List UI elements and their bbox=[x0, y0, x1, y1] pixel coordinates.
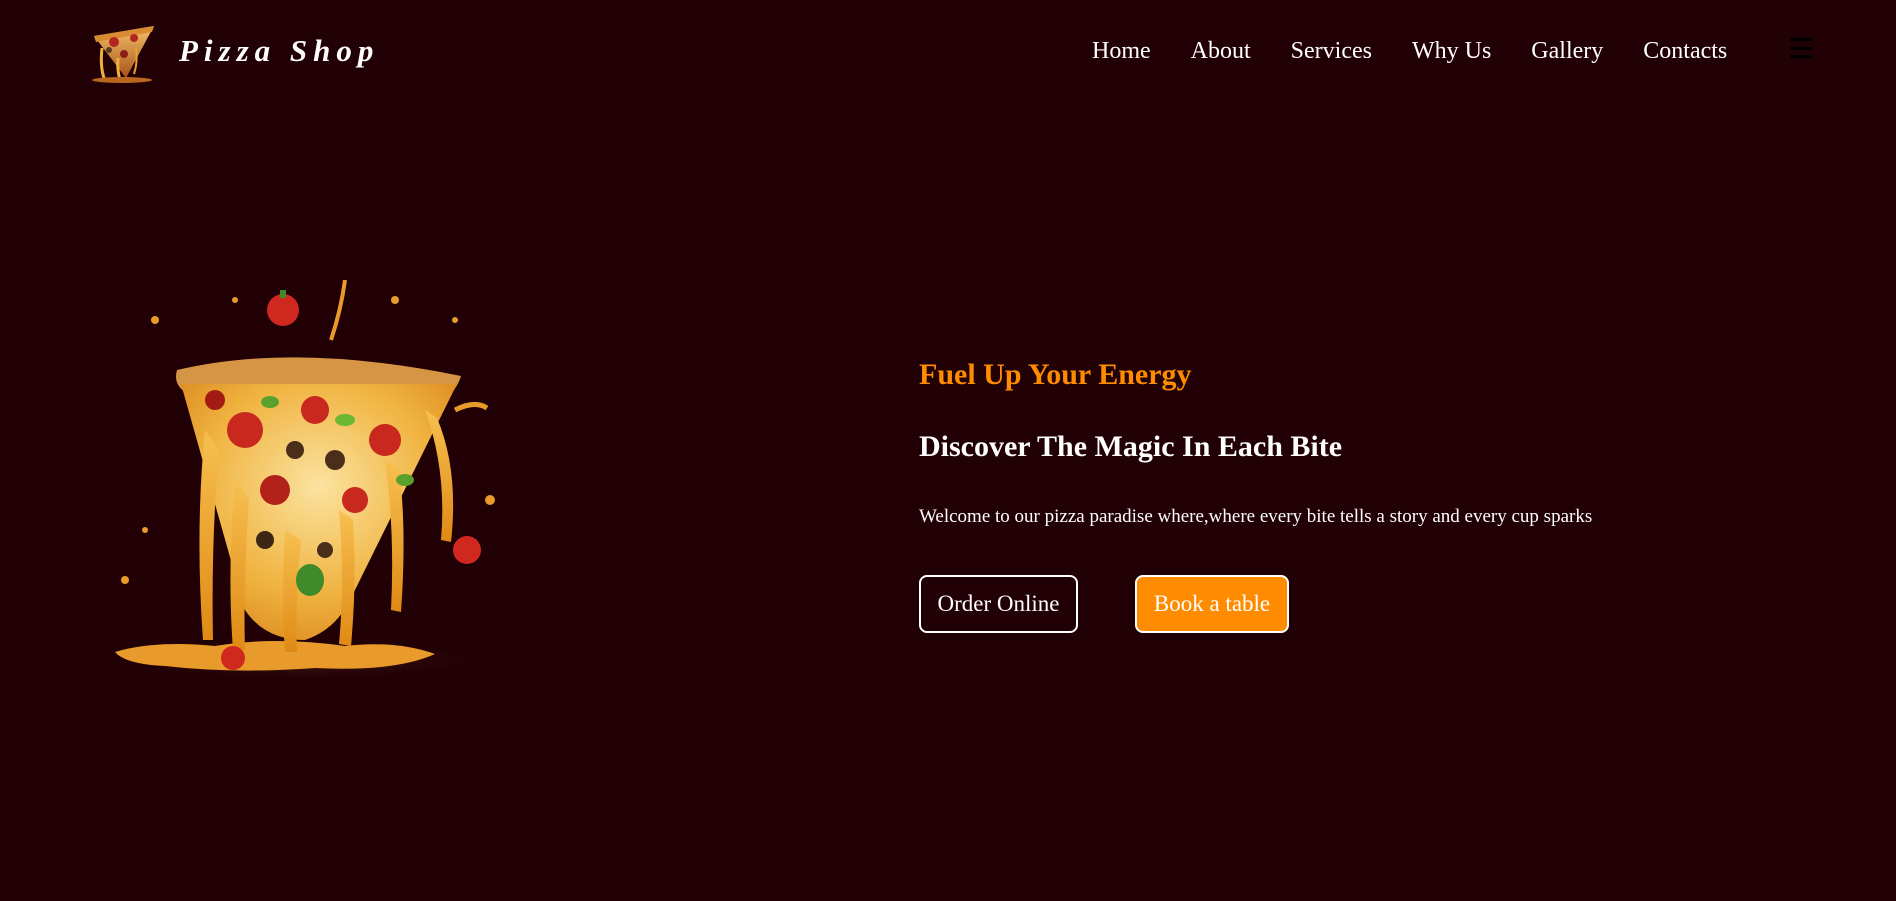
brand-name[interactable]: Pizza Shop bbox=[179, 28, 379, 74]
site-header: Pizza Shop Home About Services Why Us Ga… bbox=[0, 0, 1896, 100]
hero-headline: Discover The Magic In Each Bite bbox=[919, 430, 1343, 463]
nav-home[interactable]: Home bbox=[1092, 38, 1151, 65]
nav-why-us[interactable]: Why Us bbox=[1412, 38, 1491, 65]
nav-gallery[interactable]: Gallery bbox=[1531, 38, 1603, 65]
pizza-slice-image bbox=[95, 279, 525, 700]
nav-services[interactable]: Services bbox=[1291, 38, 1372, 65]
page: Pizza Shop Home About Services Why Us Ga… bbox=[0, 0, 1896, 901]
main-nav: Home About Services Why Us Gallery Conta… bbox=[1092, 31, 1727, 71]
nav-contacts[interactable]: Contacts bbox=[1643, 38, 1727, 65]
pizza-logo-icon[interactable] bbox=[84, 18, 160, 84]
order-online-button[interactable]: Order Online bbox=[919, 575, 1078, 633]
hamburger-menu-icon[interactable] bbox=[1790, 38, 1812, 58]
nav-about[interactable]: About bbox=[1191, 38, 1251, 65]
hero-intro: Welcome to our pizza paradise where,wher… bbox=[919, 506, 1593, 527]
hero-tagline: Fuel Up Your Energy bbox=[919, 358, 1192, 391]
book-table-button[interactable]: Book a table bbox=[1135, 575, 1289, 633]
